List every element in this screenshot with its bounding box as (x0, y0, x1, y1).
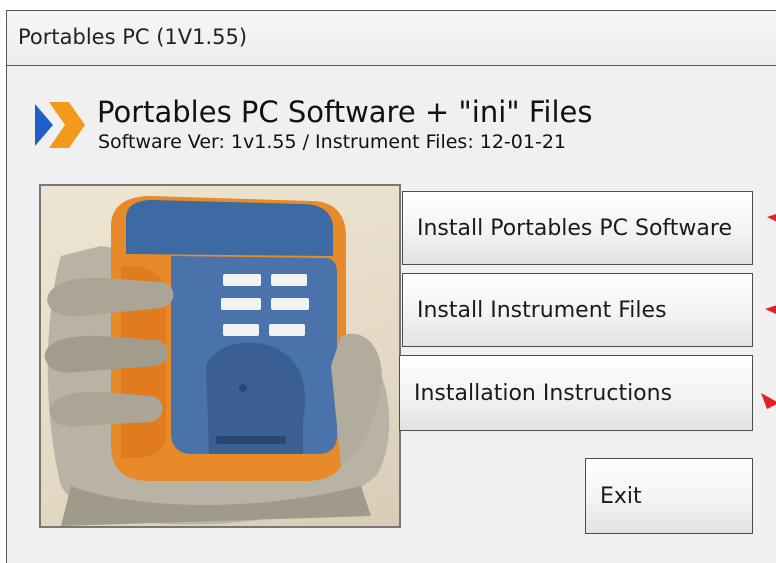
install-files-button[interactable]: Install Instrument Files (402, 273, 753, 347)
installation-instructions-button[interactable]: Installation Instructions (399, 355, 753, 431)
version-info: Software Ver: 1v1.55 / Instrument Files:… (98, 131, 566, 153)
chevron-logo-icon (35, 102, 85, 148)
window-title: Portables PC (1V1.55) (18, 25, 248, 49)
exit-button[interactable]: Exit (585, 458, 753, 534)
install-software-button[interactable]: Install Portables PC Software (402, 191, 753, 265)
exit-label: Exit (600, 483, 642, 509)
red-arrow-icon (767, 214, 776, 222)
app-heading: Portables PC Software + "ini" Files (97, 95, 593, 129)
red-arrow-icon (765, 305, 776, 314)
install-files-label: Install Instrument Files (417, 297, 667, 323)
installation-instructions-label: Installation Instructions (414, 380, 673, 406)
install-software-label: Install Portables PC Software (417, 215, 732, 241)
main-window: Portables PC (1V1.55) Portables PC Softw… (6, 10, 776, 563)
device-photo (39, 184, 401, 528)
title-bar[interactable]: Portables PC (1V1.55) (7, 11, 776, 66)
red-arrow-icon (761, 393, 776, 409)
gas-detector-illustration (44, 196, 390, 526)
